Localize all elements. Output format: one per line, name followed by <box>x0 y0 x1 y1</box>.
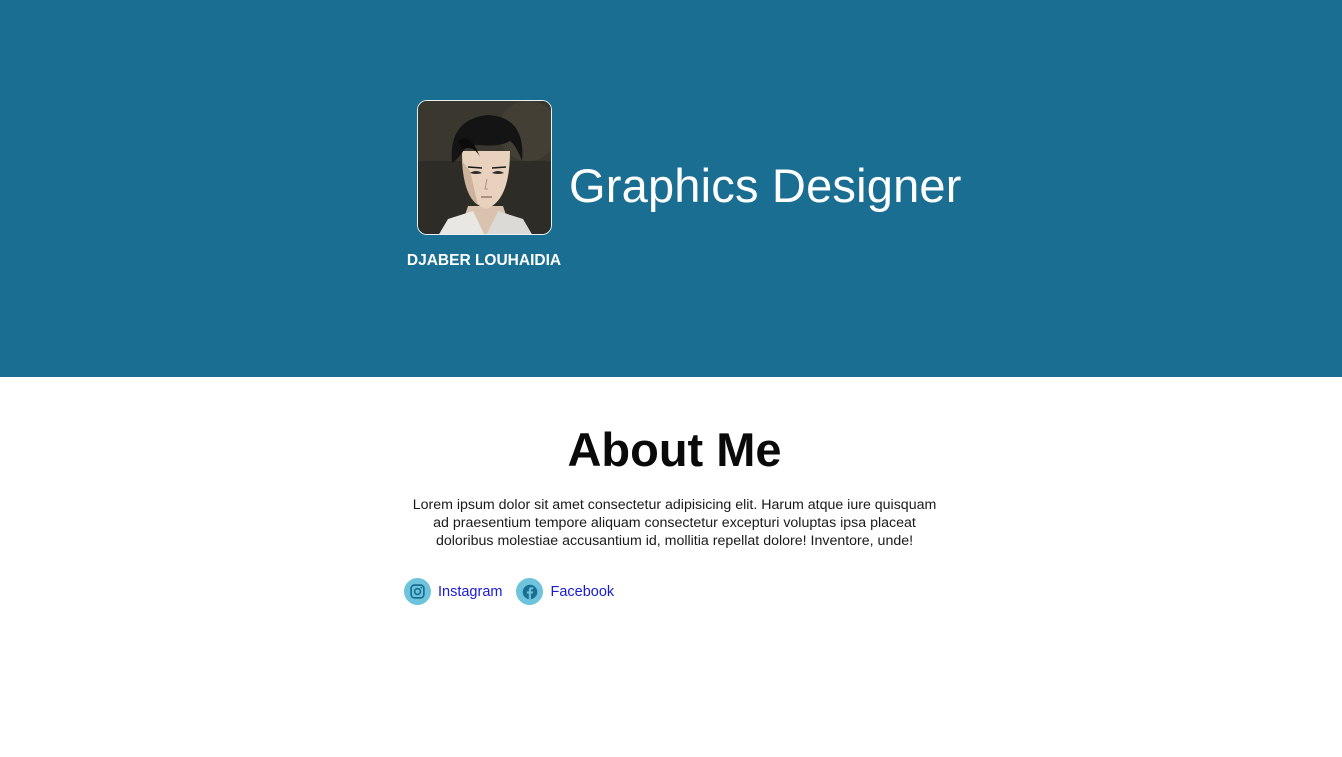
facebook-icon <box>516 578 544 605</box>
job-title: Graphics Designer <box>569 159 962 212</box>
instagram-link[interactable]: Instagram <box>404 578 502 605</box>
about-title: About Me <box>567 423 782 476</box>
social-links: Instagram Facebook <box>404 578 628 605</box>
avatar-portrait <box>417 101 551 234</box>
facebook-link[interactable]: Facebook <box>516 578 614 605</box>
avatar <box>416 100 552 235</box>
instagram-icon <box>404 578 431 605</box>
profile-card: DJABER LOUHAIDIA <box>404 100 564 270</box>
hero-banner: DJABER LOUHAIDIA Graphics Designer <box>0 0 1342 377</box>
about-text: Lorem ipsum dolor sit amet consectetur a… <box>412 497 937 549</box>
profile-name: DJABER LOUHAIDIA <box>406 252 562 269</box>
facebook-label: Facebook <box>550 583 615 600</box>
instagram-label: Instagram <box>438 583 503 600</box>
